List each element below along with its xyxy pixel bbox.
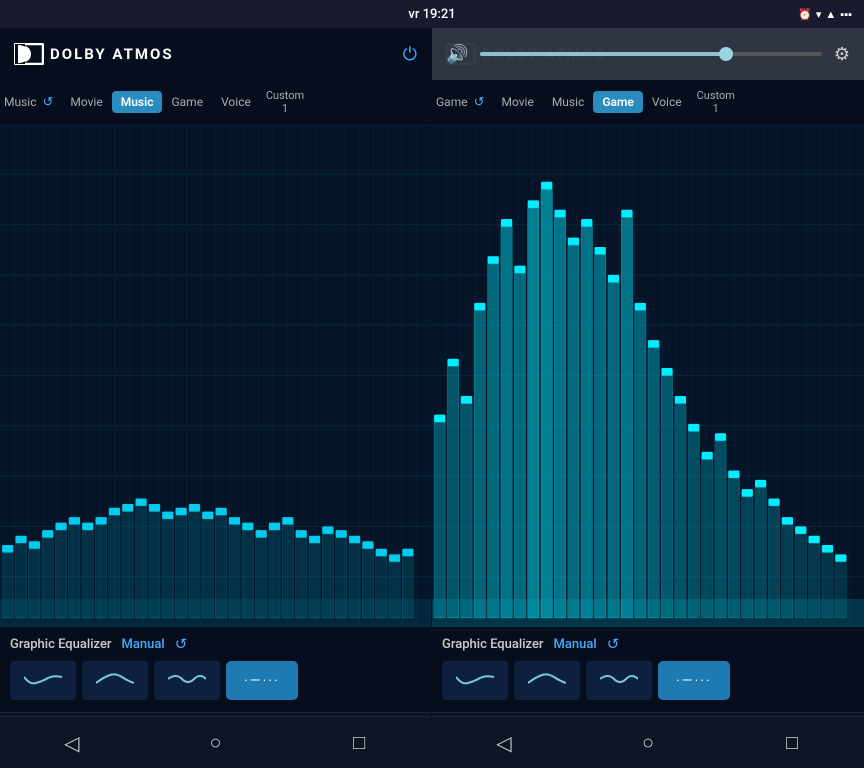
preset-curve-1-right	[456, 669, 494, 689]
preset-btn-2-left[interactable]	[82, 661, 148, 700]
tab-game-right[interactable]: Game	[593, 91, 643, 113]
app-header-left: DOLBY ATMOS ⏻	[0, 28, 431, 80]
status-icons: ⏰ ▾ ▲ ▪▪▪	[798, 8, 852, 21]
status-time: vr 19:21	[408, 7, 455, 22]
preset-btn-3-left[interactable]	[154, 661, 220, 700]
main-area: DOLBY ATMOS ⏻ Music ↺ Movie Music Game V…	[0, 28, 864, 768]
mode-tabs-left: Music ↺ Movie Music Game Voice Custom1	[0, 80, 431, 124]
dash-indicator-left: ·—···	[244, 673, 280, 689]
back-btn-left[interactable]: ◁	[47, 723, 97, 763]
dolby-logo-left: DOLBY ATMOS	[14, 43, 174, 65]
signal-icon: ▲	[825, 8, 836, 21]
eq-presets-right: ·—···	[442, 661, 854, 700]
volume-thumb[interactable]	[719, 47, 733, 61]
preset-curve-2-right	[528, 669, 566, 689]
battery-icon: ▪▪▪	[840, 8, 852, 21]
mode-refresh-left[interactable]: ↺	[42, 95, 53, 110]
tab-movie-left[interactable]: Movie	[61, 91, 111, 113]
eq-label-row-right: Graphic Equalizer Manual ↺	[442, 635, 854, 653]
eq-area-right	[432, 124, 864, 627]
tab-game-left[interactable]: Game	[162, 91, 212, 113]
preset-curve-1-left	[24, 669, 62, 689]
preset-btn-1-left[interactable]	[10, 661, 76, 700]
mode-tabs-right: Game ↺ Movie Music Game Voice Custom1	[432, 80, 864, 124]
eq-area-left	[0, 124, 431, 627]
preset-curve-2-left	[96, 669, 134, 689]
eq-manual-right: Manual	[554, 637, 597, 652]
nav-bar-left: ◁ ○ □	[0, 716, 431, 768]
eq-manual-left: Manual	[122, 637, 165, 652]
preset-btn-3-right[interactable]	[586, 661, 652, 700]
home-btn-right[interactable]: ○	[623, 723, 673, 763]
volume-slider-track[interactable]	[480, 52, 821, 56]
eq-label-row-left: Graphic Equalizer Manual ↺	[10, 635, 421, 653]
tab-custom-right[interactable]: Custom1	[691, 85, 741, 119]
nav-bar-right: ◁ ○ □	[432, 716, 864, 768]
preset-btn-2-right[interactable]	[514, 661, 580, 700]
home-btn-left[interactable]: ○	[190, 723, 240, 763]
mode-label-left: Music	[4, 95, 36, 109]
mode-label-right: Game	[436, 95, 468, 109]
volume-icon: 🔊	[446, 44, 468, 65]
recents-btn-right[interactable]: □	[767, 723, 817, 763]
dolby-logo-text-left: DOLBY ATMOS	[50, 45, 174, 63]
bottom-controls-right: Graphic Equalizer Manual ↺	[432, 627, 864, 712]
tab-voice-left[interactable]: Voice	[212, 91, 260, 113]
eq-reset-right[interactable]: ↺	[607, 635, 620, 653]
tab-music-left[interactable]: Music	[112, 91, 163, 113]
volume-fill	[480, 52, 726, 56]
bottom-controls-left: Graphic Equalizer Manual ↺	[0, 627, 431, 712]
wifi-icon: ▾	[816, 8, 822, 21]
dash-indicator-right: ·—···	[676, 673, 712, 689]
tab-music-right[interactable]: Music	[543, 91, 593, 113]
mode-refresh-right[interactable]: ↺	[474, 95, 485, 110]
back-btn-right[interactable]: ◁	[479, 723, 529, 763]
alarm-icon: ⏰	[798, 8, 812, 21]
panel-right: DOLBY ATMOS ⏻ Game ↺ Movie Music Game Vo…	[432, 28, 864, 768]
active-preset-left[interactable]: ·—···	[226, 661, 298, 700]
eq-reset-left[interactable]: ↺	[175, 635, 188, 653]
active-preset-right[interactable]: ·—···	[658, 661, 730, 700]
tab-voice-right[interactable]: Voice	[643, 91, 691, 113]
eq-label-left: Graphic Equalizer	[10, 637, 112, 652]
tab-custom-left[interactable]: Custom1	[260, 85, 310, 119]
preset-curve-3-right	[600, 669, 638, 689]
recents-btn-left[interactable]: □	[334, 723, 384, 763]
tab-movie-right[interactable]: Movie	[493, 91, 543, 113]
dolby-logo-icon-left	[14, 43, 44, 65]
status-bar: vr 19:21 ⏰ ▾ ▲ ▪▪▪	[0, 0, 864, 28]
eq-svg-right	[432, 124, 864, 627]
volume-bar: 🔊 ⚙	[432, 28, 864, 80]
volume-settings-icon[interactable]: ⚙	[834, 44, 850, 65]
eq-label-right: Graphic Equalizer	[442, 637, 544, 652]
preset-btn-1-right[interactable]	[442, 661, 508, 700]
preset-curve-3-left	[168, 669, 206, 689]
power-icon-left[interactable]: ⏻	[403, 44, 417, 65]
eq-svg-left	[0, 124, 431, 627]
eq-presets-left: ·—···	[10, 661, 421, 700]
panel-left: DOLBY ATMOS ⏻ Music ↺ Movie Music Game V…	[0, 28, 432, 768]
